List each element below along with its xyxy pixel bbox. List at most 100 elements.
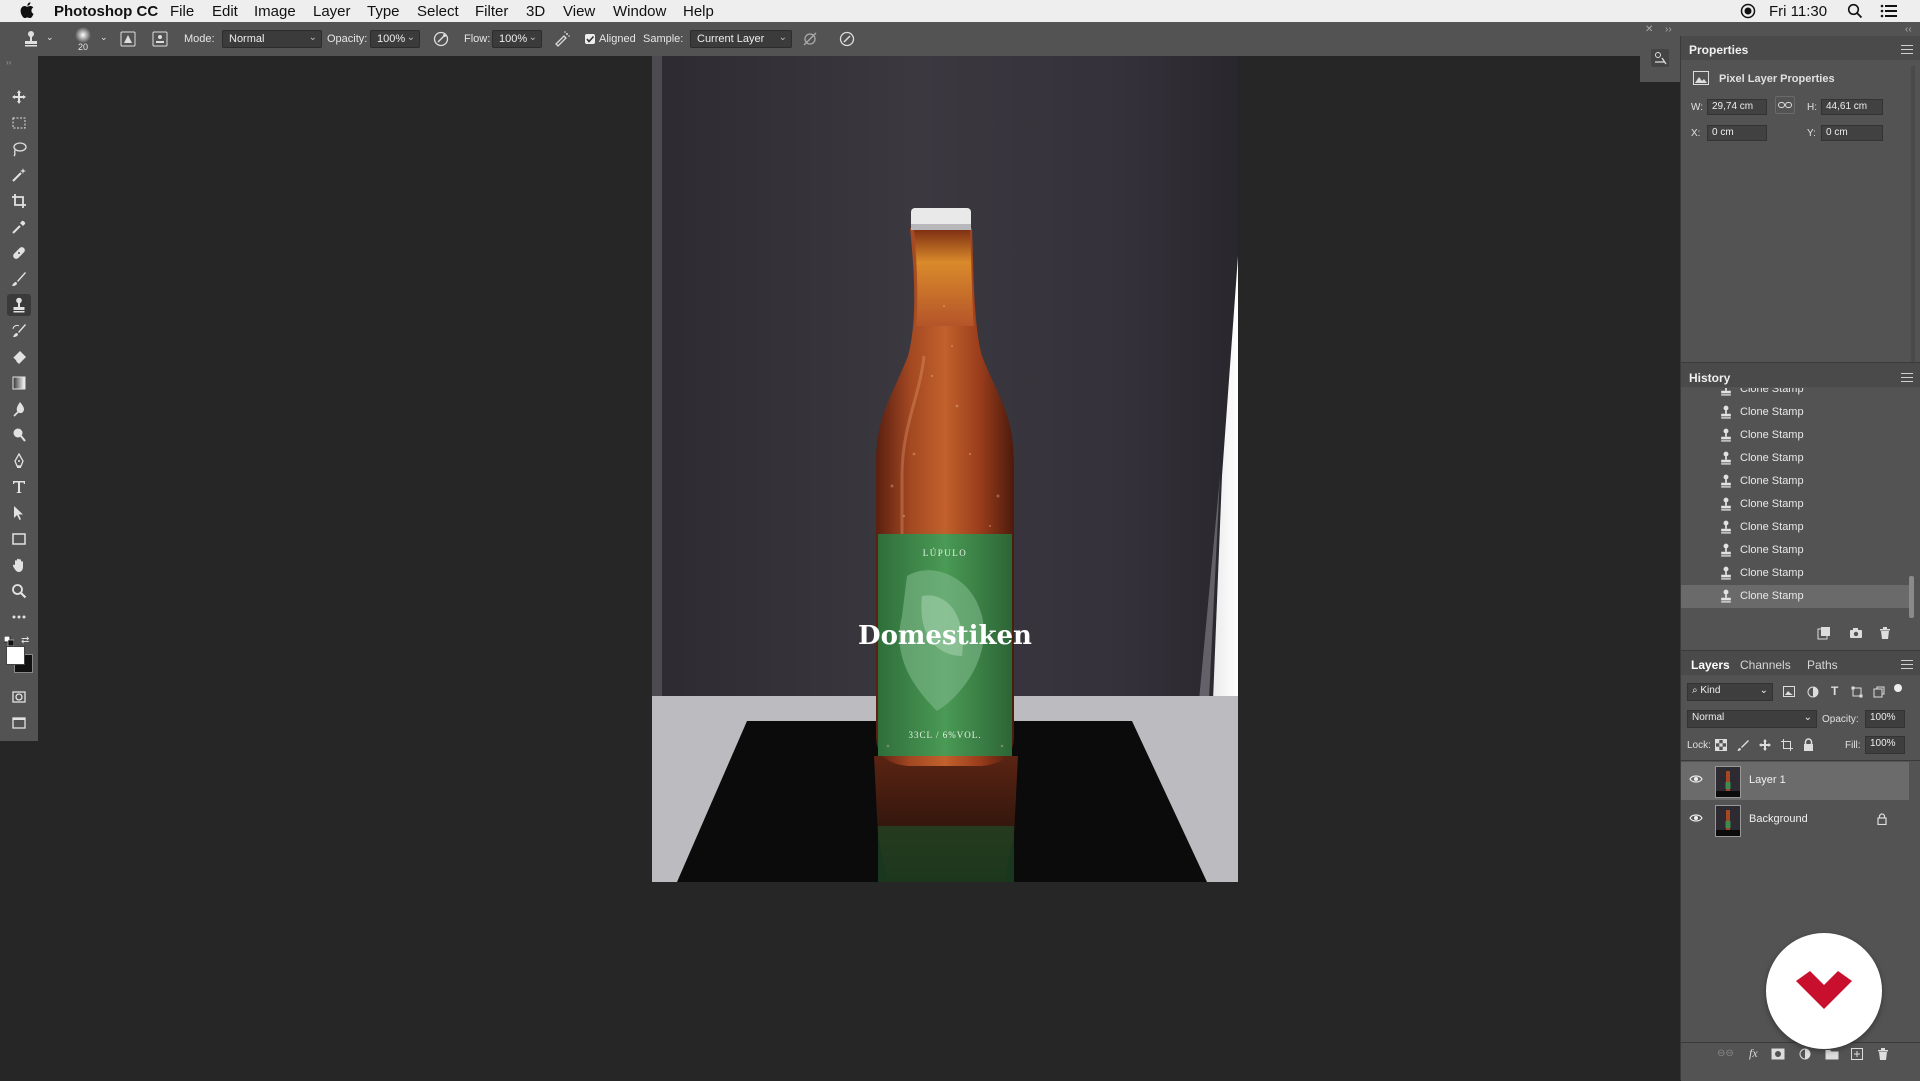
filter-shape-icon[interactable] <box>1851 686 1863 698</box>
preset-caret[interactable]: ⌄ <box>46 32 54 43</box>
new-document-from-state-icon[interactable] <box>1817 626 1831 640</box>
clone-source-panel-icon[interactable] <box>1650 48 1670 68</box>
layer-name[interactable]: Layer 1 <box>1749 774 1786 786</box>
history-state-row[interactable]: Clone Stamp <box>1681 516 1909 539</box>
lock-artboard-icon[interactable] <box>1781 739 1793 751</box>
menu-select[interactable]: Select <box>417 3 459 20</box>
airbrush-icon[interactable] <box>553 30 571 48</box>
history-state-row[interactable]: Clone Stamp <box>1681 388 1909 401</box>
marquee-tool[interactable] <box>7 112 31 134</box>
properties-title[interactable]: Properties <box>1689 43 1748 57</box>
path-selection-tool[interactable] <box>7 502 31 524</box>
fill-field[interactable]: 100% <box>1865 736 1905 754</box>
zoom-tool[interactable] <box>7 580 31 602</box>
edit-toolbar-button[interactable] <box>7 606 31 628</box>
height-field[interactable]: 44,61 cm <box>1821 99 1883 115</box>
menu-layer[interactable]: Layer <box>313 3 351 20</box>
move-tool[interactable] <box>7 86 31 108</box>
menu-image[interactable]: Image <box>254 3 296 20</box>
tab-paths[interactable]: Paths <box>1807 658 1838 672</box>
clone-source-panel-icon[interactable] <box>151 30 169 48</box>
crop-tool[interactable] <box>7 190 31 212</box>
filter-adjustment-icon[interactable] <box>1807 686 1819 698</box>
layer-name[interactable]: Background <box>1749 813 1808 825</box>
gradient-tool[interactable] <box>7 372 31 394</box>
history-state-row[interactable]: Clone Stamp <box>1681 562 1909 585</box>
history-state-row[interactable]: Clone Stamp <box>1681 447 1909 470</box>
menubar-clock[interactable]: Fri 11:30 <box>1769 3 1827 20</box>
new-layer-icon[interactable] <box>1851 1048 1863 1060</box>
properties-scrollbar[interactable] <box>1911 66 1915 366</box>
menu-help[interactable]: Help <box>683 3 714 20</box>
lock-transparent-pixels-icon[interactable] <box>1715 739 1727 751</box>
menu-3d[interactable]: 3D <box>526 3 545 20</box>
magic-wand-tool[interactable] <box>7 164 31 186</box>
spotlight-search-icon[interactable] <box>1847 3 1863 19</box>
notification-center-icon[interactable] <box>1880 3 1898 19</box>
record-icon[interactable] <box>1740 3 1756 19</box>
new-adjustment-layer-icon[interactable] <box>1799 1048 1811 1060</box>
lasso-tool[interactable] <box>7 138 31 160</box>
filter-smart-object-icon[interactable] <box>1873 686 1885 698</box>
filter-type-icon[interactable]: T <box>1831 684 1838 698</box>
pressure-size-icon[interactable] <box>838 30 856 48</box>
layer-row-layer-1[interactable]: Layer 1 <box>1681 762 1909 800</box>
history-state-row[interactable]: Clone Stamp <box>1681 493 1909 516</box>
layer-kind-filter[interactable]: ⌕ Kind ⌄ <box>1687 683 1773 701</box>
menu-file[interactable]: File <box>170 3 194 20</box>
dodge-tool[interactable] <box>7 424 31 446</box>
flow-field[interactable]: 100% ⌄ <box>492 30 542 48</box>
history-brush-tool[interactable] <box>7 320 31 342</box>
brush-tool[interactable] <box>7 268 31 290</box>
menu-edit[interactable]: Edit <box>212 3 238 20</box>
aligned-label[interactable]: Aligned <box>599 33 636 45</box>
visibility-eye-icon[interactable] <box>1689 774 1703 784</box>
default-colors-icon[interactable] <box>4 636 14 646</box>
layer-style-fx-icon[interactable]: fx <box>1749 1046 1758 1061</box>
history-menu-icon[interactable] <box>1901 373 1913 382</box>
history-state-row[interactable]: Clone Stamp <box>1681 539 1909 562</box>
layer-row-background[interactable]: Background <box>1681 801 1909 839</box>
menu-view[interactable]: View <box>563 3 595 20</box>
quick-mask-button[interactable] <box>7 686 31 708</box>
link-dimensions-button[interactable] <box>1775 96 1795 114</box>
pen-tool[interactable] <box>7 450 31 472</box>
history-state-row[interactable]: Clone Stamp <box>1681 470 1909 493</box>
clone-stamp-tool-preset-icon[interactable] <box>22 30 40 48</box>
pressure-opacity-icon[interactable] <box>432 30 450 48</box>
clone-stamp-tool[interactable] <box>7 294 31 316</box>
add-mask-icon[interactable] <box>1771 1048 1785 1060</box>
hand-tool[interactable] <box>7 554 31 576</box>
document-image-beer-bottle[interactable]: LÚPULO Domestiken 33CL / 6%VOL. <box>652 56 1238 882</box>
screen-mode-button[interactable] <box>7 712 31 734</box>
menu-window[interactable]: Window <box>613 3 666 20</box>
history-state-row[interactable]: Clone Stamp <box>1681 424 1909 447</box>
ignore-adjustment-layers-icon[interactable] <box>801 30 819 48</box>
delete-layer-trash-icon[interactable] <box>1877 1047 1889 1061</box>
y-field[interactable]: 0 cm <box>1821 125 1883 141</box>
layer-opacity-field[interactable]: 100% <box>1865 710 1905 728</box>
layers-menu-icon[interactable] <box>1901 660 1913 669</box>
brush-settings-panel-icon[interactable] <box>119 30 137 48</box>
collapse-panels-icon[interactable]: ‹‹ <box>1905 24 1912 35</box>
opacity-field[interactable]: 100% ⌄ <box>370 30 420 48</box>
visibility-eye-icon[interactable] <box>1689 813 1703 823</box>
filter-toggle-switch[interactable] <box>1894 684 1902 692</box>
brush-size-caret[interactable]: ⌄ <box>100 32 108 43</box>
width-field[interactable]: 29,74 cm <box>1707 99 1767 115</box>
link-layers-icon[interactable]: ⊖⊖ <box>1717 1048 1734 1059</box>
history-scrollbar-thumb[interactable] <box>1909 576 1914 618</box>
sample-select[interactable]: Current Layer ⌄ <box>690 30 792 48</box>
close-panel-x-icon[interactable]: ✕ <box>1645 24 1653 35</box>
history-state-row[interactable]: Clone Stamp <box>1681 401 1909 424</box>
blend-mode-select[interactable]: Normal ⌄ <box>1687 710 1817 728</box>
tab-channels[interactable]: Channels <box>1740 658 1791 672</box>
blur-tool[interactable] <box>7 398 31 420</box>
x-field[interactable]: 0 cm <box>1707 125 1767 141</box>
menu-app-name[interactable]: Photoshop CC <box>54 3 158 20</box>
apple-icon[interactable] <box>20 2 34 18</box>
layer-locked-icon[interactable] <box>1877 813 1887 825</box>
expand-panels-icon[interactable]: ›› <box>1665 24 1672 35</box>
lock-image-pixels-icon[interactable] <box>1737 739 1749 751</box>
menu-filter[interactable]: Filter <box>475 3 508 20</box>
